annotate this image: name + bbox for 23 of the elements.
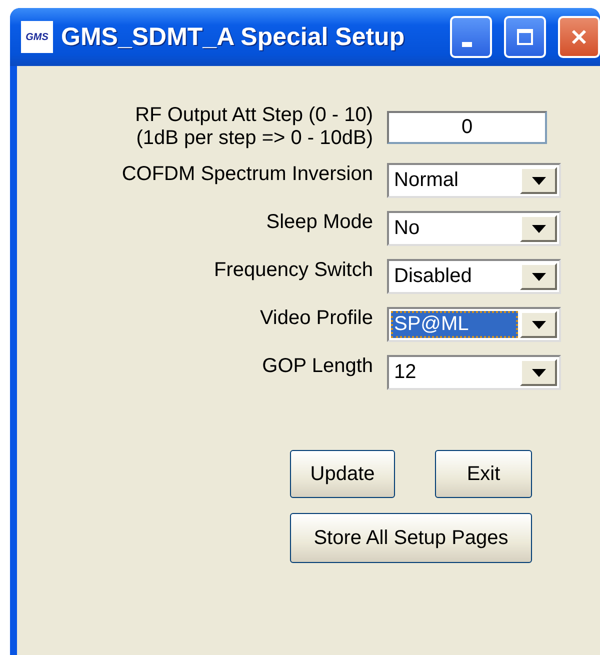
dropdown[interactable]: 12 — [387, 355, 561, 390]
field-label: RF Output Att Step (0 - 10) (1dB per step => 0 - 10dB) — [134, 104, 373, 150]
field-label: Sleep Mode — [265, 211, 373, 234]
field-label: GOP Length — [261, 355, 373, 378]
field-label: Frequency Switch — [213, 259, 373, 282]
field-label: Video Profile — [258, 307, 373, 330]
maximize-icon — [515, 27, 535, 47]
dropdown[interactable]: Normal — [387, 163, 561, 198]
minimize-button[interactable] — [450, 16, 492, 58]
update-button[interactable]: Update — [290, 450, 395, 498]
field-label: COFDM Spectrum Inversion — [120, 163, 373, 186]
store-button[interactable]: Store All Setup Pages — [290, 513, 532, 563]
close-button[interactable] — [558, 16, 600, 58]
dropdown[interactable]: SP@ML — [387, 307, 561, 342]
window-title: GMS_SDMT_A Special Setup — [61, 22, 406, 52]
dropdown[interactable]: No — [387, 211, 561, 246]
app-icon: GMS — [21, 21, 53, 53]
text-field[interactable]: 0 — [387, 110, 547, 144]
exit-button[interactable]: Exit — [435, 450, 532, 498]
dropdown[interactable]: Disabled — [387, 259, 561, 294]
maximize-button[interactable] — [504, 16, 546, 58]
close-icon — [569, 27, 589, 47]
minimize-icon — [462, 42, 472, 46]
